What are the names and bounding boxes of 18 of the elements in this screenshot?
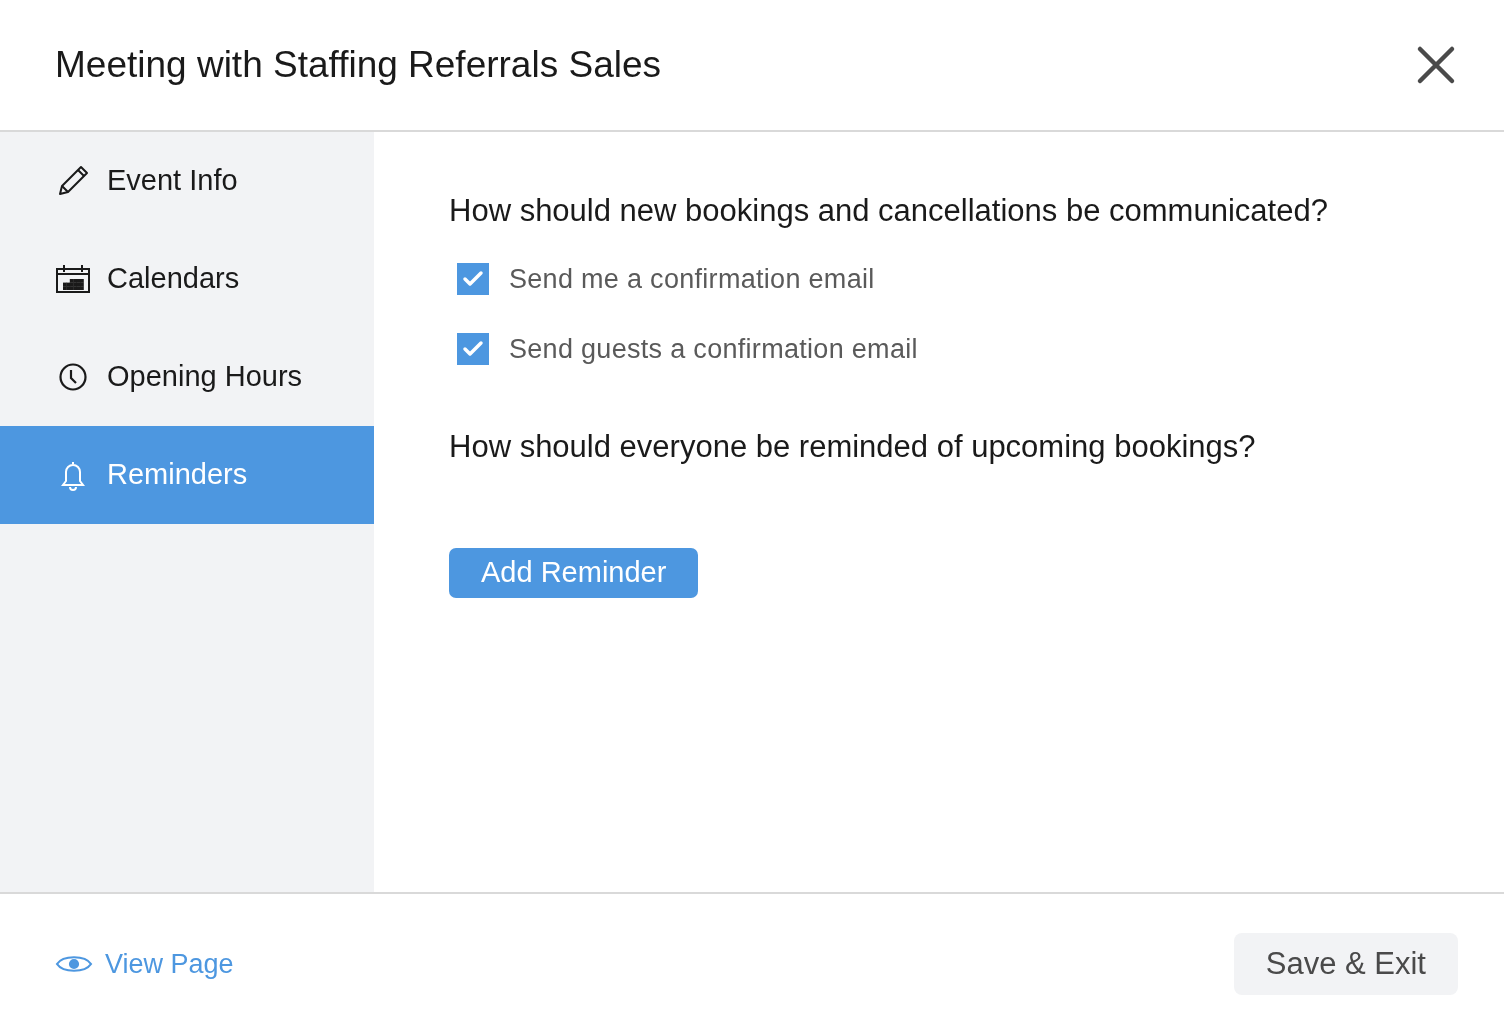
sidebar-item[interactable]: Calendars bbox=[0, 230, 374, 328]
checkbox-label: Send me a confirmation email bbox=[509, 262, 875, 296]
checkbox[interactable] bbox=[457, 262, 489, 295]
dialog-title: Meeting with Staffing Referrals Sales bbox=[55, 43, 661, 88]
save-exit-button[interactable]: Save & Exit bbox=[1233, 933, 1458, 995]
sidebar-item[interactable]: Opening Hours bbox=[0, 328, 374, 426]
clock-icon bbox=[58, 362, 88, 392]
question-text: How should everyone be reminded of upcoming bookings? bbox=[449, 427, 1256, 466]
pencil-icon bbox=[56, 164, 90, 198]
close-icon bbox=[1416, 45, 1456, 85]
checkbox[interactable] bbox=[457, 333, 489, 366]
question-text: How should new bookings and cancellations be communicated? bbox=[449, 192, 1328, 230]
bell-icon bbox=[58, 459, 88, 491]
checkmark-icon bbox=[462, 269, 484, 288]
checkmark-icon bbox=[462, 340, 484, 359]
checkbox-label: Send guests a confirmation email bbox=[509, 333, 918, 366]
calendar-icon bbox=[55, 264, 91, 294]
sidebar-item[interactable]: Event Info bbox=[0, 132, 374, 230]
